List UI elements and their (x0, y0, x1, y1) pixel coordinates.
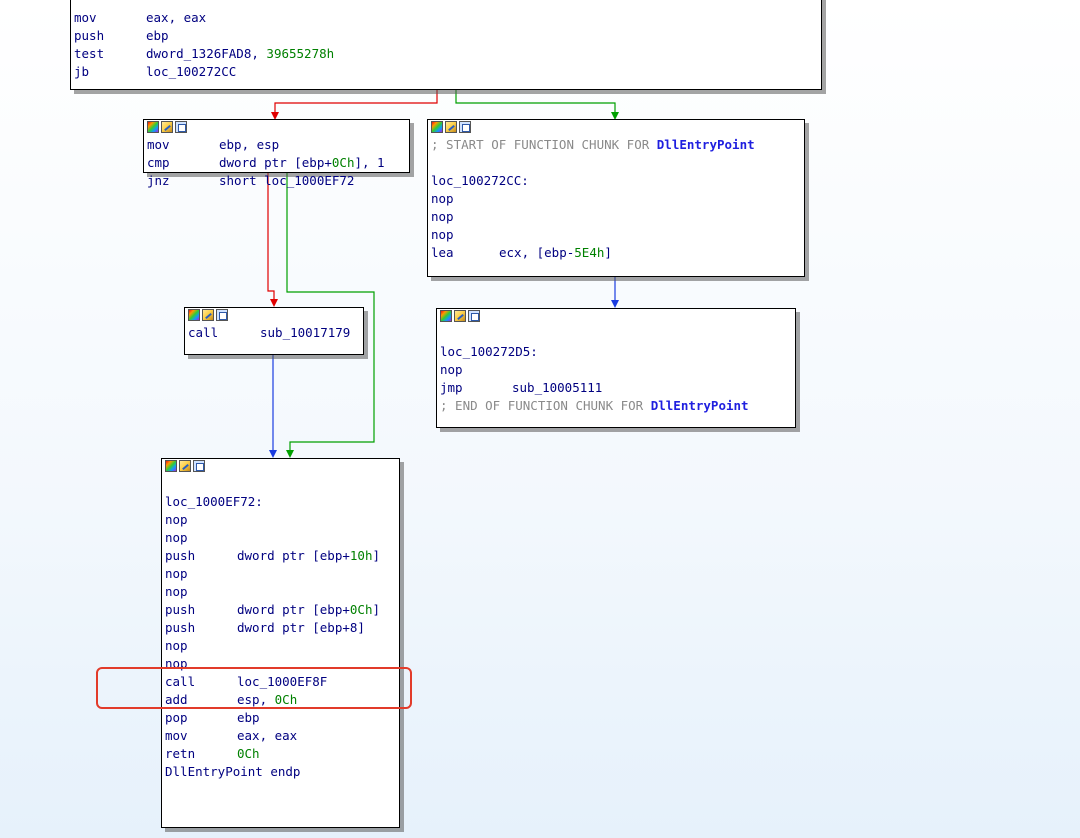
block-toolbar (185, 308, 363, 324)
arrow-head (270, 299, 278, 307)
arrow-head (611, 300, 619, 308)
edit-icon[interactable] (454, 310, 466, 322)
instruction-line: nop (165, 566, 188, 581)
edge-left1-to-call (267, 173, 275, 301)
edit-icon[interactable] (445, 121, 457, 133)
instruction-line: push dword ptr [ebp+10h] (165, 548, 380, 563)
graph-icon[interactable] (216, 309, 228, 321)
instruction-line: mov eax, eax (165, 728, 298, 743)
instruction-line: push dword ptr [ebp+8] (165, 620, 365, 635)
instruction-line: pop ebp (165, 710, 260, 725)
instruction-line: nop (431, 191, 454, 206)
code-block-cmp[interactable]: mov ebp, esp cmp dword ptr [ebp+0Ch], 1 jn… (143, 119, 410, 188)
graph-icon[interactable] (459, 121, 471, 133)
annotation-highlight-box (96, 667, 412, 709)
instruction-line: nop (165, 584, 188, 599)
arrow-head (286, 450, 294, 458)
instruction-line: nop (431, 209, 454, 224)
color-icon[interactable] (147, 121, 159, 133)
graph-icon[interactable] (193, 460, 205, 472)
instruction-line: jb loc_100272CC (74, 64, 237, 79)
instruction-line: nop (165, 512, 188, 527)
comment-line: ; END OF FUNCTION CHUNK FOR DllEntryPoin… (440, 398, 749, 413)
color-icon[interactable] (165, 460, 177, 472)
block-toolbar (437, 309, 795, 325)
instruction-line: nop (165, 638, 188, 653)
code-block-loc-1000ef72[interactable]: loc_1000EF72: nop nop push dword ptr [ebp… (161, 458, 400, 828)
graph-icon[interactable] (175, 121, 187, 133)
code-block-top[interactable]: mov eax, eax push ebp test dword_1326FAD8, … (70, 0, 822, 90)
edit-icon[interactable] (161, 121, 173, 133)
instruction-line: jnz short loc_1000EF72 (147, 173, 355, 188)
ida-graph-view[interactable]: mov eax, eax push ebp test dword_1326FAD8, … (0, 0, 1080, 838)
block-toolbar (144, 120, 409, 136)
code-block-call[interactable]: call sub_10017179 (184, 307, 364, 355)
instruction-line: cmp dword ptr [ebp+0Ch], 1 (147, 155, 385, 170)
block-toolbar (162, 459, 399, 475)
instruction-line: call sub_10017179 (188, 325, 351, 340)
label-line: loc_1000EF72: (165, 494, 263, 509)
arrow-head (269, 450, 277, 458)
instruction-line: mov eax, eax (74, 10, 207, 25)
label-line: loc_100272CC: (431, 173, 529, 188)
instruction-line: retn 0Ch (165, 746, 260, 761)
instruction-line: mov ebp, esp (147, 137, 280, 152)
instruction-line: push ebp (74, 28, 169, 43)
instruction-line: nop (440, 362, 463, 377)
code-block-function-chunk-end[interactable]: loc_100272D5: nop jmp sub_10005111 ; END … (436, 308, 796, 428)
edge-top-to-left1 (274, 90, 438, 114)
instruction-line: jmp sub_10005111 (440, 380, 603, 395)
instruction-line: push dword ptr [ebp+0Ch] (165, 602, 380, 617)
color-icon[interactable] (188, 309, 200, 321)
instruction-line: test dword_1326FAD8, 39655278h (74, 46, 335, 61)
block-toolbar (428, 120, 804, 136)
instruction-line: nop (165, 530, 188, 545)
instruction-line: lea ecx, [ebp-5E4h] (431, 245, 612, 260)
edit-icon[interactable] (202, 309, 214, 321)
code-block-function-chunk-start[interactable]: ; START OF FUNCTION CHUNK FOR DllEntryPo… (427, 119, 805, 277)
label-line: loc_100272D5: (440, 344, 538, 359)
edge-top-to-chunk1 (455, 90, 616, 114)
instruction-line: nop (431, 227, 454, 242)
edit-icon[interactable] (179, 460, 191, 472)
color-icon[interactable] (440, 310, 452, 322)
color-icon[interactable] (431, 121, 443, 133)
graph-icon[interactable] (468, 310, 480, 322)
function-end-line: DllEntryPoint endp (165, 764, 301, 779)
comment-line: ; START OF FUNCTION CHUNK FOR DllEntryPo… (431, 137, 755, 152)
